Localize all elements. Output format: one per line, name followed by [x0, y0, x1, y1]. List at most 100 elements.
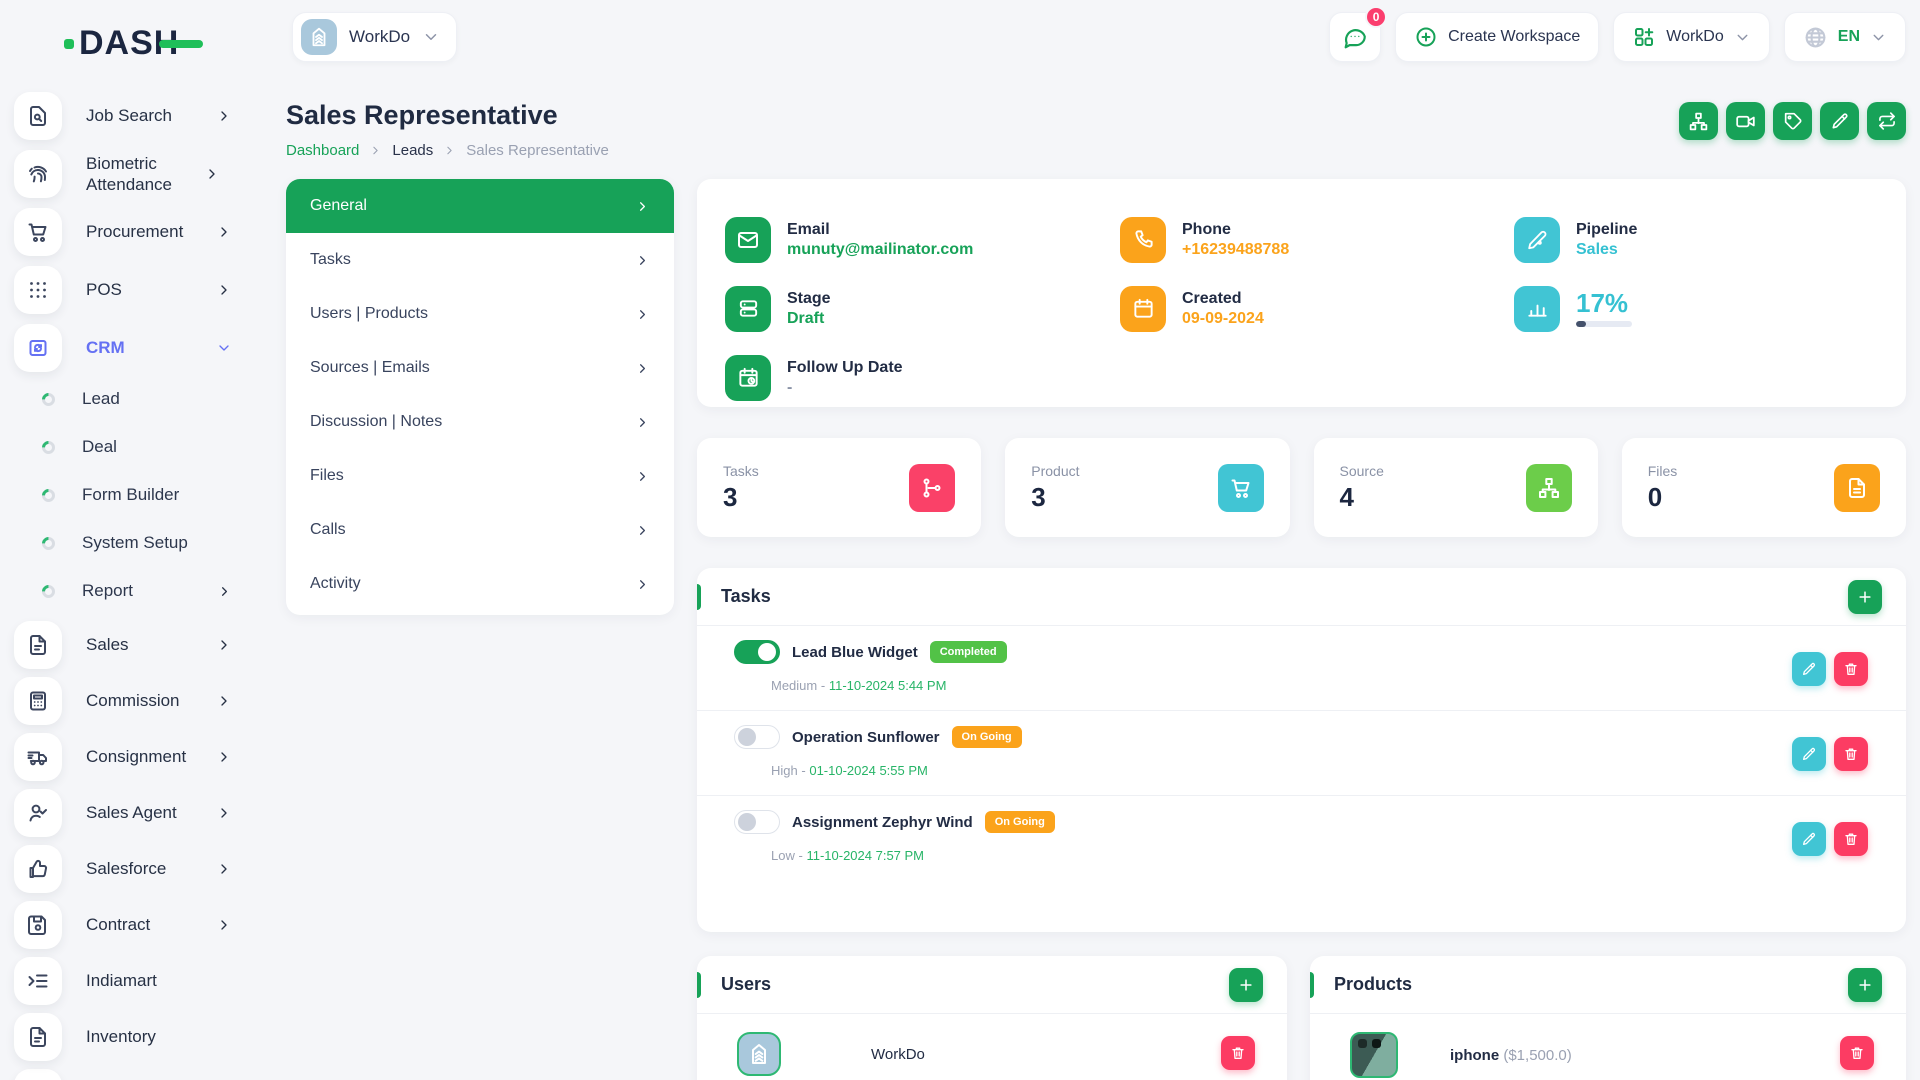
- trash-icon: [1849, 1045, 1865, 1061]
- sidebar-item-consignment[interactable]: Consignment: [14, 733, 250, 781]
- task-toggle[interactable]: [734, 640, 780, 664]
- donut-icon: [39, 534, 57, 552]
- chevron-down-icon: [1870, 29, 1887, 46]
- edit-task-button[interactable]: [1792, 737, 1826, 771]
- grid-add-icon: [1632, 25, 1656, 49]
- sidebar-item-indiamart[interactable]: Indiamart: [14, 957, 250, 1005]
- chevron-right-icon: [635, 253, 650, 268]
- stage-icon: [737, 297, 760, 320]
- sidebar-item-lead[interactable]: Lead: [14, 379, 250, 419]
- delete-task-button[interactable]: [1834, 652, 1868, 686]
- calendar-icon: [1132, 297, 1155, 320]
- chevron-right-icon: [216, 805, 232, 821]
- sidebar-item-sales-agent[interactable]: Sales Agent: [14, 789, 250, 837]
- sidebar-item-form-builder[interactable]: Form Builder: [14, 475, 250, 515]
- donut-icon: [39, 582, 57, 600]
- add-product-button[interactable]: [1848, 968, 1882, 1002]
- workspace-menu-button[interactable]: WorkDo: [1613, 12, 1770, 62]
- doc-search-icon: [26, 104, 50, 128]
- info-pipeline: PipelineSales: [1514, 205, 1878, 274]
- messages-button[interactable]: 0: [1329, 12, 1381, 62]
- indent-icon: [26, 969, 50, 993]
- progress-value: 17%: [1576, 290, 1632, 316]
- sidebar-item-system-setup[interactable]: System Setup: [14, 523, 250, 563]
- language-selector[interactable]: EN: [1784, 12, 1906, 62]
- workspace-switcher[interactable]: WorkDo: [292, 12, 457, 62]
- phone-value: +16239488788: [1182, 241, 1289, 259]
- plus-icon: [1856, 976, 1874, 994]
- main-content: Sales Representative Dashboard Leads Sal…: [286, 80, 1906, 1080]
- delete-task-button[interactable]: [1834, 737, 1868, 771]
- meeting-button[interactable]: [1726, 102, 1765, 140]
- sidebar-item-partial: [14, 1069, 62, 1080]
- language-label: EN: [1838, 28, 1860, 46]
- tab-files[interactable]: Files: [286, 449, 674, 503]
- lead-tab-menu: General Tasks Users | Products Sources |…: [286, 179, 674, 615]
- file-icon: [1845, 476, 1869, 500]
- tab-discussion-notes[interactable]: Discussion | Notes: [286, 395, 674, 449]
- edit-task-button[interactable]: [1792, 822, 1826, 856]
- add-task-button[interactable]: [1848, 580, 1882, 614]
- truck-icon: [26, 745, 50, 769]
- task-row: Lead Blue Widget Completed Medium - 11-1…: [697, 626, 1906, 711]
- cart-icon: [1229, 476, 1253, 500]
- chevron-right-icon: [216, 693, 232, 709]
- sidebar-item-crm[interactable]: CRM: [14, 324, 250, 372]
- mail-icon: [736, 228, 760, 252]
- section-accent: [1310, 972, 1314, 998]
- sidebar-item-biometric-attendance[interactable]: Biometric Attendance: [14, 150, 250, 198]
- create-workspace-label: Create Workspace: [1448, 28, 1580, 46]
- delete-product-button[interactable]: [1840, 1036, 1874, 1070]
- floppy-icon: [26, 913, 50, 937]
- delete-user-button[interactable]: [1221, 1036, 1255, 1070]
- sidebar: Job Search Biometric Attendance Procurem…: [0, 80, 260, 1080]
- users-section-title: Users: [721, 974, 1229, 995]
- chevron-right-icon: [635, 361, 650, 376]
- breadcrumb-dashboard[interactable]: Dashboard: [286, 142, 359, 159]
- chevron-right-icon: [216, 108, 232, 124]
- breadcrumb-leads[interactable]: Leads: [392, 142, 433, 159]
- calendar-clock-icon: [737, 366, 760, 389]
- tab-tasks[interactable]: Tasks: [286, 233, 674, 287]
- chevron-right-icon: [635, 199, 650, 214]
- tab-users-products[interactable]: Users | Products: [286, 287, 674, 341]
- convert-icon: [1877, 111, 1897, 131]
- sidebar-item-inventory[interactable]: Inventory: [14, 1013, 250, 1061]
- stat-product: Product3: [1005, 438, 1289, 537]
- breadcrumb-current: Sales Representative: [466, 142, 609, 159]
- tab-sources-emails[interactable]: Sources | Emails: [286, 341, 674, 395]
- sidebar-item-commission[interactable]: Commission: [14, 677, 250, 725]
- tab-general[interactable]: General: [286, 179, 674, 233]
- sidebar-item-contract[interactable]: Contract: [14, 901, 250, 949]
- workspace-name: WorkDo: [349, 27, 410, 47]
- logo-dash: [159, 40, 203, 48]
- document-icon: [26, 633, 50, 657]
- convert-to-deal-button[interactable]: [1679, 102, 1718, 140]
- add-user-button[interactable]: [1229, 968, 1263, 1002]
- sidebar-item-report[interactable]: Report: [14, 571, 250, 611]
- sitemap-icon: [1537, 476, 1561, 500]
- tab-calls[interactable]: Calls: [286, 503, 674, 557]
- delete-task-button[interactable]: [1834, 822, 1868, 856]
- sidebar-item-salesforce[interactable]: Salesforce: [14, 845, 250, 893]
- app-logo: DASH: [64, 24, 203, 63]
- task-toggle[interactable]: [734, 725, 780, 749]
- sidebar-item-procurement[interactable]: Procurement: [14, 208, 250, 256]
- tab-activity[interactable]: Activity: [286, 557, 674, 611]
- edit-button[interactable]: [1820, 102, 1859, 140]
- labels-button[interactable]: [1773, 102, 1812, 140]
- edit-task-button[interactable]: [1792, 652, 1826, 686]
- chevron-right-icon: [635, 415, 650, 430]
- refresh-button[interactable]: [1867, 102, 1906, 140]
- sidebar-item-job-search[interactable]: Job Search: [14, 92, 250, 140]
- create-workspace-button[interactable]: Create Workspace: [1395, 12, 1599, 62]
- chevron-right-icon: [369, 144, 382, 157]
- page-actions: [1679, 102, 1906, 140]
- chevron-down-icon: [422, 28, 440, 46]
- calculator-icon: [26, 689, 50, 713]
- task-toggle[interactable]: [734, 810, 780, 834]
- sidebar-item-deal[interactable]: Deal: [14, 427, 250, 467]
- sidebar-item-pos[interactable]: POS: [14, 266, 250, 314]
- sidebar-item-sales[interactable]: Sales: [14, 621, 250, 669]
- chevron-down-icon: [216, 340, 232, 356]
